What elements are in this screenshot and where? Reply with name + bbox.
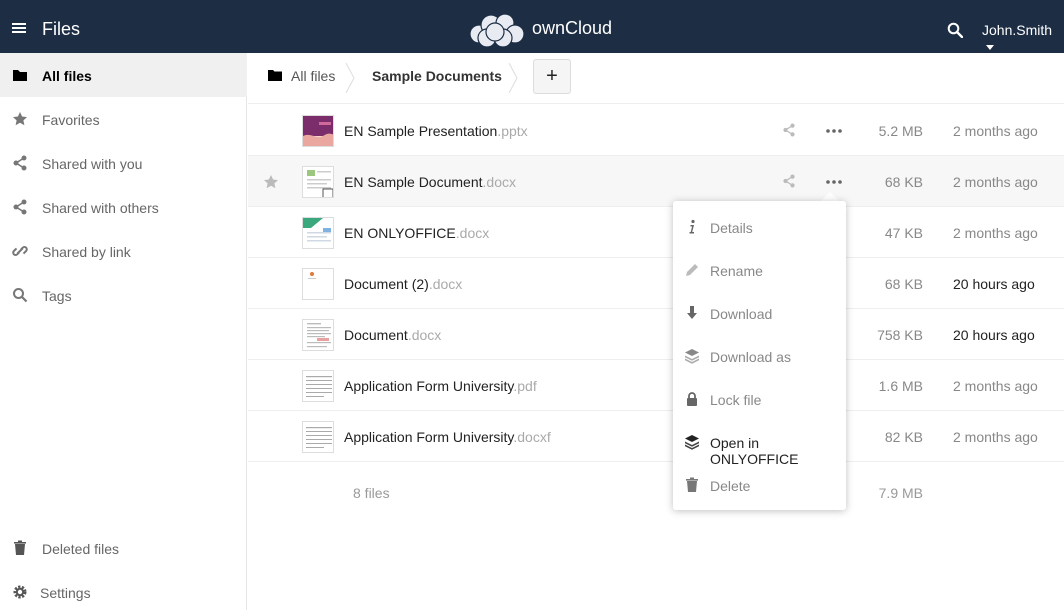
sidebar-item-shared-with-you[interactable]: Shared with you xyxy=(0,141,247,185)
trash-icon xyxy=(14,540,26,555)
file-name[interactable]: Application Form University.docxf xyxy=(344,429,551,445)
file-modified: 20 hours ago xyxy=(953,276,1035,292)
file-size: 82 KB xyxy=(884,429,923,445)
sidebar-item-shared-by-link[interactable]: Shared by link xyxy=(0,229,247,273)
folder-icon xyxy=(13,70,27,81)
file-size: 1.6 MB xyxy=(878,378,923,394)
search-icon[interactable] xyxy=(947,22,963,38)
file-size: 68 KB xyxy=(884,276,923,292)
file-row[interactable]: Document (2).docx 68 KB 20 hours ago xyxy=(248,258,1064,309)
sidebar-item-label: Favorites xyxy=(42,112,100,128)
file-size: 47 KB xyxy=(884,225,923,241)
file-thumbnail xyxy=(302,319,334,351)
file-modified: 2 months ago xyxy=(953,429,1038,445)
file-row[interactable]: Application Form University.pdf 1.6 MB 2… xyxy=(248,360,1064,411)
file-name[interactable]: EN Sample Document.docx xyxy=(344,174,516,190)
file-thumbnail xyxy=(302,217,334,249)
breadcrumb-sample-documents[interactable]: Sample Documents xyxy=(372,68,502,84)
chevron-right-icon xyxy=(508,63,518,93)
trash-icon xyxy=(686,477,698,492)
info-icon xyxy=(689,219,695,234)
file-modified: 2 months ago xyxy=(953,123,1038,139)
top-header: Files ownCloud John.Smith xyxy=(0,0,1064,53)
file-row[interactable]: EN Sample Presentation.pptx 5.2 MB 2 mon… xyxy=(248,105,1064,156)
file-row[interactable]: EN Sample Document.docx 68 KB 2 months a… xyxy=(248,156,1064,207)
sidebar-item-label: Shared with others xyxy=(42,200,159,216)
sidebar: All files Favorites Shared with you Shar… xyxy=(0,53,247,610)
link-icon xyxy=(12,246,28,256)
file-thumbnail xyxy=(302,421,334,453)
sidebar-item-favorites[interactable]: Favorites xyxy=(0,97,247,141)
file-count-summary: 8 files xyxy=(353,485,390,501)
share-icon[interactable] xyxy=(782,123,796,137)
sidebar-item-label: Deleted files xyxy=(42,541,120,557)
breadcrumb: All files Sample Documents + xyxy=(248,53,1064,104)
sidebar-item-label: Shared with you xyxy=(42,156,143,172)
file-thumbnail xyxy=(302,370,334,402)
share-icon[interactable] xyxy=(782,174,796,188)
sidebar-item-deleted-files[interactable]: Deleted files xyxy=(0,526,247,570)
star-icon xyxy=(13,112,27,126)
file-row[interactable]: EN ONLYOFFICE.docx 47 KB 2 months ago xyxy=(248,207,1064,258)
file-name[interactable]: Document.docx xyxy=(344,327,441,343)
file-name[interactable]: EN Sample Presentation.pptx xyxy=(344,123,528,139)
folder-icon[interactable] xyxy=(268,69,282,81)
layers-icon xyxy=(685,349,699,364)
menu-item-download[interactable]: Download xyxy=(673,292,846,335)
sidebar-item-label: Tags xyxy=(42,288,72,304)
more-options-icon[interactable] xyxy=(826,129,842,133)
share-icon xyxy=(13,155,27,171)
file-row[interactable]: Document.docx 758 KB 20 hours ago xyxy=(248,309,1064,360)
file-name[interactable]: EN ONLYOFFICE.docx xyxy=(344,225,489,241)
file-size: 5.2 MB xyxy=(878,123,923,139)
menu-icon[interactable] xyxy=(12,23,26,33)
file-thumbnail xyxy=(302,115,334,147)
menu-item-rename[interactable]: Rename xyxy=(673,249,846,292)
download-arrow-icon xyxy=(687,306,697,319)
gear-icon xyxy=(13,585,27,599)
file-modified: 2 months ago xyxy=(953,378,1038,394)
file-thumbnail xyxy=(302,268,334,300)
menu-item-download-as[interactable]: Download as xyxy=(673,335,846,378)
file-modified: 2 months ago xyxy=(953,225,1038,241)
caret-down-icon xyxy=(986,44,994,50)
pencil-icon xyxy=(686,264,698,276)
favorite-star-icon[interactable] xyxy=(263,174,279,190)
user-menu[interactable]: John.Smith xyxy=(982,22,1064,54)
add-new-button[interactable]: + xyxy=(533,59,571,94)
user-name: John.Smith xyxy=(982,22,1053,38)
menu-item-lock-file[interactable]: Lock file xyxy=(673,378,846,421)
total-size-summary: 7.9 MB xyxy=(878,485,923,501)
layers-icon xyxy=(685,435,699,450)
owncloud-logo-icon[interactable] xyxy=(465,12,527,48)
sidebar-item-tags[interactable]: Tags xyxy=(0,273,247,317)
sidebar-item-shared-with-others[interactable]: Shared with others xyxy=(0,185,247,229)
menu-item-delete[interactable]: Delete xyxy=(673,464,846,507)
file-actions-menu: Details Rename Download Download as Lock… xyxy=(673,201,846,510)
more-options-icon[interactable] xyxy=(826,180,842,184)
sidebar-item-all-files[interactable]: All files xyxy=(0,53,247,97)
file-size: 68 KB xyxy=(884,174,923,190)
settings-label: Settings xyxy=(40,585,91,601)
sidebar-item-label: All files xyxy=(42,68,92,84)
app-title[interactable]: Files xyxy=(42,19,80,40)
file-thumbnail xyxy=(302,166,334,198)
menu-item-details[interactable]: Details xyxy=(673,206,846,249)
lock-icon xyxy=(687,392,697,406)
sidebar-item-label: Shared by link xyxy=(42,244,131,260)
share-icon xyxy=(13,199,27,215)
tag-search-icon xyxy=(13,288,28,303)
file-size: 758 KB xyxy=(877,327,923,343)
menu-item-open-in-onlyoffice[interactable]: Open in ONLYOFFICE xyxy=(673,421,846,467)
file-modified: 20 hours ago xyxy=(953,327,1035,343)
file-name[interactable]: Application Form University.pdf xyxy=(344,378,537,394)
file-name[interactable]: Document (2).docx xyxy=(344,276,462,292)
breadcrumb-all-files[interactable]: All files xyxy=(291,68,335,84)
menu-pointer xyxy=(821,192,839,201)
file-modified: 2 months ago xyxy=(953,174,1038,190)
file-row[interactable]: Application Form University.docxf 82 KB … xyxy=(248,411,1064,462)
chevron-right-icon xyxy=(345,63,355,93)
brand-name: ownCloud xyxy=(532,18,613,38)
settings-button[interactable]: Settings xyxy=(0,570,247,610)
